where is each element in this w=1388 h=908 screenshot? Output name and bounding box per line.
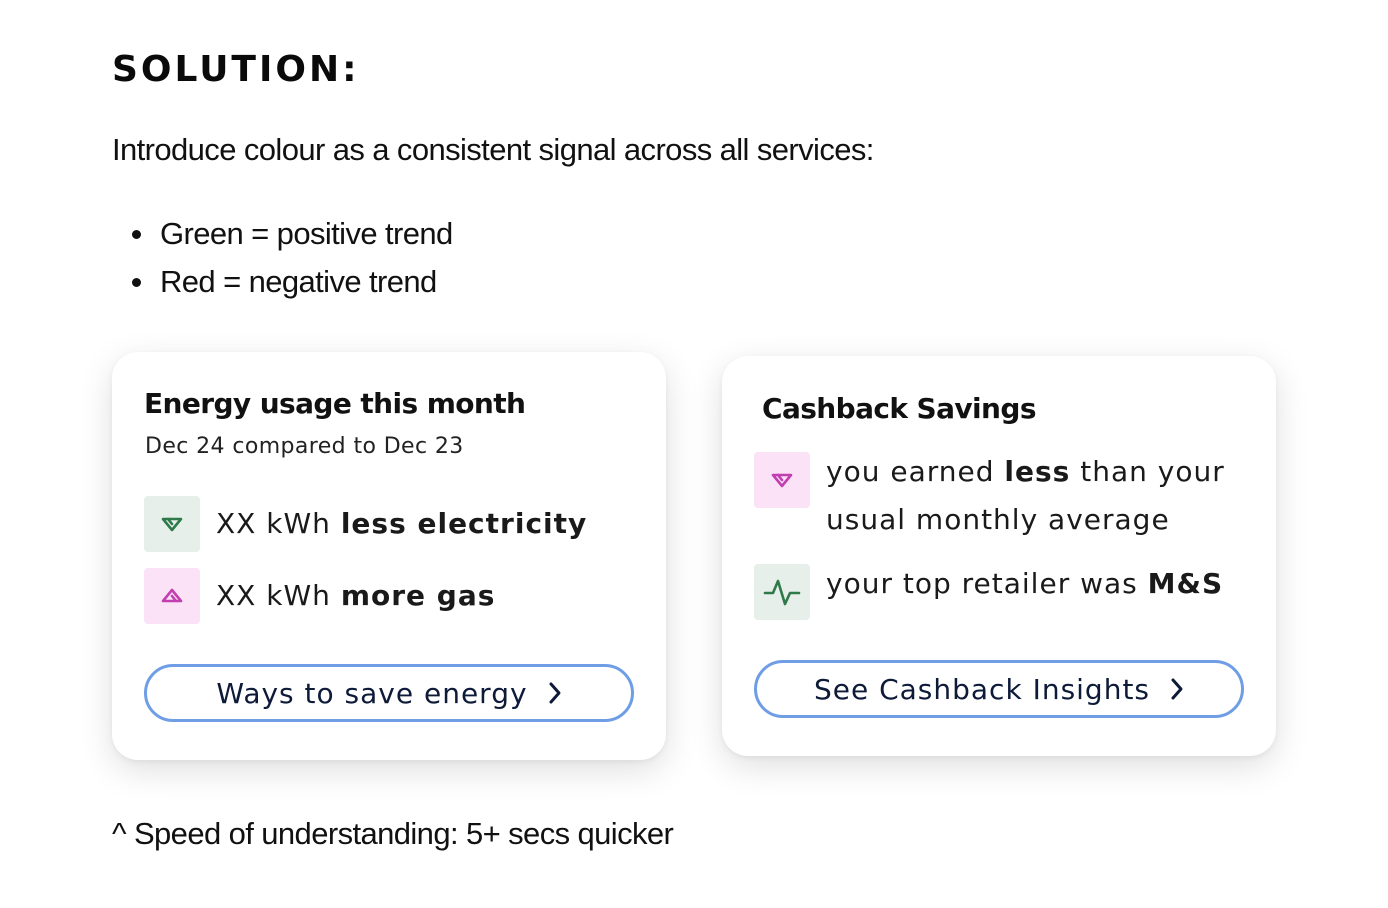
page-heading: SOLUTION: [112,49,360,90]
bullet-dot [132,230,141,239]
intro-text: Introduce colour as a consistent signal … [112,132,874,167]
electricity-row-text: XX kWh less electricity [216,507,588,540]
energy-usage-card: Energy usage this month Dec 24 compared … [112,352,666,760]
speed-footnote: ^ Speed of understanding: 5+ secs quicke… [112,816,674,851]
earned-less-row-text: you earned less than your usual monthly … [826,455,1225,536]
card-title: Cashback Savings [762,392,1037,425]
top-retailer-row-text: your top retailer was M&S [826,567,1224,600]
card-title: Energy usage this month [144,387,526,420]
cashback-savings-card: Cashback Savings you earned less than yo… [722,356,1276,756]
ways-to-save-energy-button[interactable]: Ways to save energy [144,664,634,722]
gas-row-text: XX kWh more gas [216,579,496,612]
legend-item-green: Green = positive trend [112,210,453,258]
legend-item-text: Green = positive trend [160,216,453,251]
earned-less-row: you earned less than your usual monthly … [754,452,1254,544]
legend-item-red: Red = negative trend [112,258,453,306]
activity-pulse-icon [754,564,810,620]
top-retailer-row: your top retailer was M&S [754,564,1223,620]
chevron-right-icon [1170,677,1184,701]
see-cashback-insights-button[interactable]: See Cashback Insights [754,660,1244,718]
trend-down-icon [754,452,810,508]
button-label: See Cashback Insights [813,672,1151,706]
bullet-dot [132,278,141,287]
electricity-row: XX kWh less electricity [144,496,587,552]
card-subtitle: Dec 24 compared to Dec 23 [145,434,464,459]
chevron-right-icon [548,681,562,705]
button-label: Ways to save energy [216,676,528,710]
legend-item-text: Red = negative trend [160,264,437,299]
trend-down-icon [144,496,200,552]
gas-row: XX kWh more gas [144,568,495,624]
trend-up-icon [144,568,200,624]
signal-legend-list: Green = positive trend Red = negative tr… [112,210,453,306]
